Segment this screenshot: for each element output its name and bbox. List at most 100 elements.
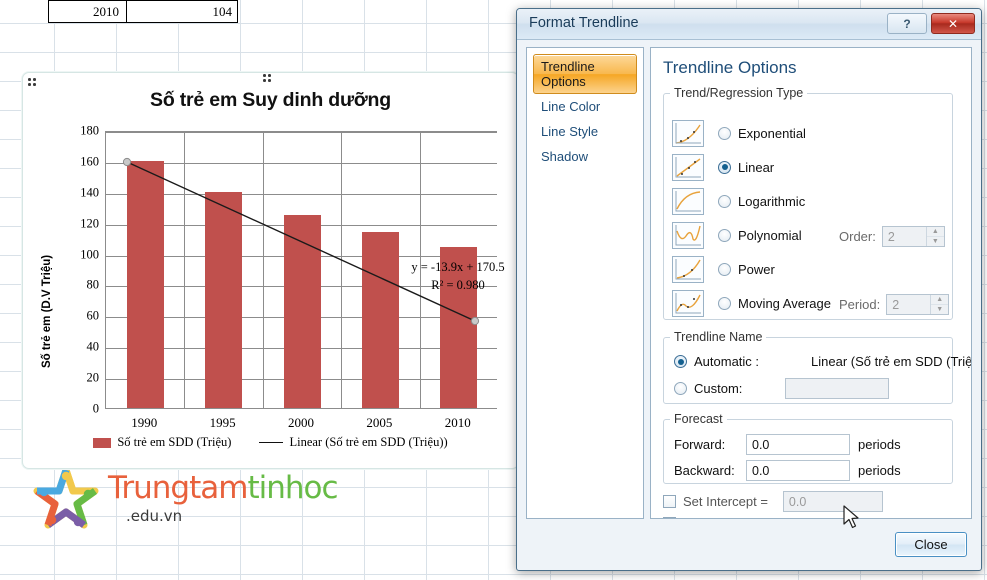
forecast-backward-row[interactable]: Backward: 0.0 periods bbox=[674, 460, 901, 481]
option-logarithmic[interactable]: Logarithmic bbox=[672, 186, 805, 216]
chart-bar[interactable] bbox=[126, 160, 164, 408]
checkbox-set-intercept[interactable] bbox=[663, 495, 676, 508]
dialog-nav-list[interactable]: Trendline Options Line Color Line Style … bbox=[526, 47, 644, 519]
format-trendline-dialog[interactable]: Format Trendline ? ✕ Trendline Options L… bbox=[516, 8, 982, 571]
custom-name-row[interactable]: Custom: bbox=[674, 378, 890, 399]
legend-series-label: Số trẻ em SDD (Triệu) bbox=[117, 435, 232, 449]
checkbox-display-equation[interactable] bbox=[663, 517, 676, 518]
polynomial-thumbnail-icon[interactable] bbox=[672, 221, 704, 249]
chart-legend: Số trẻ em SDD (Triệu) Linear (Số trẻ em … bbox=[23, 435, 518, 450]
y-tick-label: 160 bbox=[80, 154, 99, 169]
cell-value[interactable]: 104 bbox=[127, 1, 239, 22]
x-tick-label: 2000 bbox=[288, 415, 314, 430]
y-tick-label: 0 bbox=[92, 401, 99, 416]
label-automatic-name[interactable]: Automatic : bbox=[694, 354, 759, 369]
display-equation-row[interactable]: Display Equation on chart bbox=[663, 516, 831, 518]
label-logarithmic[interactable]: Logarithmic bbox=[738, 194, 805, 209]
backward-input[interactable]: 0.0 bbox=[746, 460, 850, 481]
power-thumbnail-icon[interactable] bbox=[672, 255, 704, 283]
order-spin-arrows[interactable]: ▲ ▼ bbox=[925, 227, 944, 246]
label-set-intercept[interactable]: Set Intercept = bbox=[683, 494, 768, 509]
close-icon-button[interactable]: ✕ bbox=[931, 13, 975, 34]
period-value[interactable]: 2 bbox=[887, 298, 930, 312]
chart-gridline bbox=[106, 132, 497, 133]
radio-exponential[interactable] bbox=[718, 126, 731, 140]
option-linear[interactable]: Linear bbox=[672, 152, 774, 182]
trendline-name-group: Trendline Name Automatic : Linear (Số tr… bbox=[663, 330, 971, 404]
label-custom-name[interactable]: Custom: bbox=[694, 381, 742, 396]
period-stepper[interactable]: 2 ▲ ▼ bbox=[886, 294, 950, 315]
option-exponential[interactable]: Exponential bbox=[672, 118, 806, 148]
help-icon-button[interactable]: ? bbox=[887, 13, 927, 34]
order-field-group[interactable]: Order: 2 ▲ ▼ bbox=[839, 226, 945, 247]
radio-automatic-name[interactable] bbox=[674, 355, 687, 368]
rsquared-text: R² = 0.980 bbox=[431, 278, 485, 293]
site-watermark-logo: Trungtamtinhoc .edu.vn bbox=[20, 462, 339, 542]
option-polynomial[interactable]: Polynomial bbox=[672, 220, 802, 250]
y-tick-label: 60 bbox=[86, 308, 100, 323]
trendline-equation-label: y = -13.9x + 170.5 R² = 0.980 bbox=[403, 258, 513, 294]
order-value[interactable]: 2 bbox=[883, 230, 926, 244]
label-linear[interactable]: Linear bbox=[738, 160, 774, 175]
automatic-name-row[interactable]: Automatic : Linear (Số trẻ em SDD (Triệu… bbox=[674, 354, 971, 369]
radio-polynomial[interactable] bbox=[718, 228, 731, 242]
label-display-equation[interactable]: Display Equation on chart bbox=[683, 516, 831, 518]
y-axis-title: Số trẻ em (D.V Triệu) bbox=[41, 254, 53, 368]
watermark-domain-text: .edu.vn bbox=[126, 507, 183, 525]
forecast-legend: Forecast bbox=[674, 412, 723, 426]
cell-year[interactable]: 2010 bbox=[49, 1, 127, 22]
label-exponential[interactable]: Exponential bbox=[738, 126, 806, 141]
y-tick-label: 80 bbox=[86, 277, 100, 292]
period-spin-arrows[interactable]: ▲ ▼ bbox=[930, 295, 949, 314]
label-moving-average[interactable]: Moving Average bbox=[738, 296, 831, 311]
chart-bar[interactable] bbox=[205, 191, 243, 408]
moving-average-thumbnail-icon[interactable] bbox=[672, 289, 704, 317]
option-moving-average[interactable]: Moving Average bbox=[672, 288, 831, 318]
x-tick-label: 2010 bbox=[444, 415, 471, 430]
set-intercept-input[interactable]: 0.0 bbox=[782, 491, 883, 512]
forward-input[interactable]: 0.0 bbox=[746, 434, 850, 455]
watermark-brand-text: Trungtamtinhoc bbox=[108, 470, 339, 506]
x-tick-label: 1995 bbox=[209, 415, 236, 430]
y-tick-label: 120 bbox=[80, 216, 99, 231]
custom-name-input[interactable] bbox=[785, 378, 890, 399]
dialog-title-bar[interactable]: Format Trendline ? ✕ bbox=[517, 9, 981, 40]
x-tick-label: 1990 bbox=[131, 415, 158, 430]
radio-power[interactable] bbox=[718, 262, 731, 276]
chart-bar[interactable] bbox=[283, 214, 321, 408]
nav-item-line-color[interactable]: Line Color bbox=[533, 94, 637, 119]
radio-linear[interactable] bbox=[718, 160, 731, 174]
option-power[interactable]: Power bbox=[672, 254, 775, 284]
order-spin-up-icon: ▲ bbox=[926, 227, 944, 237]
nav-item-trendline-options[interactable]: Trendline Options bbox=[533, 54, 637, 94]
radio-custom-name[interactable] bbox=[674, 382, 687, 395]
nav-item-shadow[interactable]: Shadow bbox=[533, 144, 637, 169]
order-stepper[interactable]: 2 ▲ ▼ bbox=[881, 226, 945, 247]
y-tick-label: 20 bbox=[86, 370, 100, 385]
pane-title: Trendline Options bbox=[663, 58, 797, 77]
linear-thumbnail-icon[interactable] bbox=[672, 153, 704, 181]
period-spin-up-icon: ▲ bbox=[931, 295, 949, 305]
legend-item-trendline: Linear (Số trẻ em SDD (Triệu)) bbox=[259, 435, 448, 450]
spreadsheet-data-cells[interactable]: 2010 104 bbox=[48, 0, 238, 23]
chart-title: Số trẻ em Suy dinh dưỡng bbox=[150, 89, 391, 111]
radio-logarithmic[interactable] bbox=[718, 194, 731, 208]
radio-moving-average[interactable] bbox=[718, 296, 731, 310]
set-intercept-row[interactable]: Set Intercept = 0.0 bbox=[663, 491, 883, 512]
nav-item-line-style[interactable]: Line Style bbox=[533, 119, 637, 144]
y-tick-label: 180 bbox=[80, 123, 99, 138]
logarithmic-thumbnail-icon[interactable] bbox=[672, 187, 704, 215]
forecast-forward-row[interactable]: Forward: 0.0 periods bbox=[674, 434, 901, 455]
backward-label: Backward: bbox=[674, 463, 735, 478]
label-power[interactable]: Power bbox=[738, 262, 775, 277]
chart-bar[interactable] bbox=[361, 231, 399, 408]
excel-chart-object[interactable]: Số trẻ em Suy dinh dưỡng 180 160 140 120 100… bbox=[22, 72, 519, 469]
close-button[interactable]: Close bbox=[895, 532, 967, 557]
period-label: Period: bbox=[839, 297, 881, 312]
exponential-thumbnail-icon[interactable] bbox=[672, 119, 704, 147]
label-polynomial[interactable]: Polynomial bbox=[738, 228, 802, 243]
legend-trendline-label: Linear (Số trẻ em SDD (Triệu)) bbox=[289, 435, 448, 449]
forecast-group: Forecast Forward: 0.0 periods Backward: … bbox=[663, 412, 953, 484]
chart-gridline bbox=[106, 193, 497, 195]
period-field-group[interactable]: Period: 2 ▲ ▼ bbox=[839, 294, 950, 315]
